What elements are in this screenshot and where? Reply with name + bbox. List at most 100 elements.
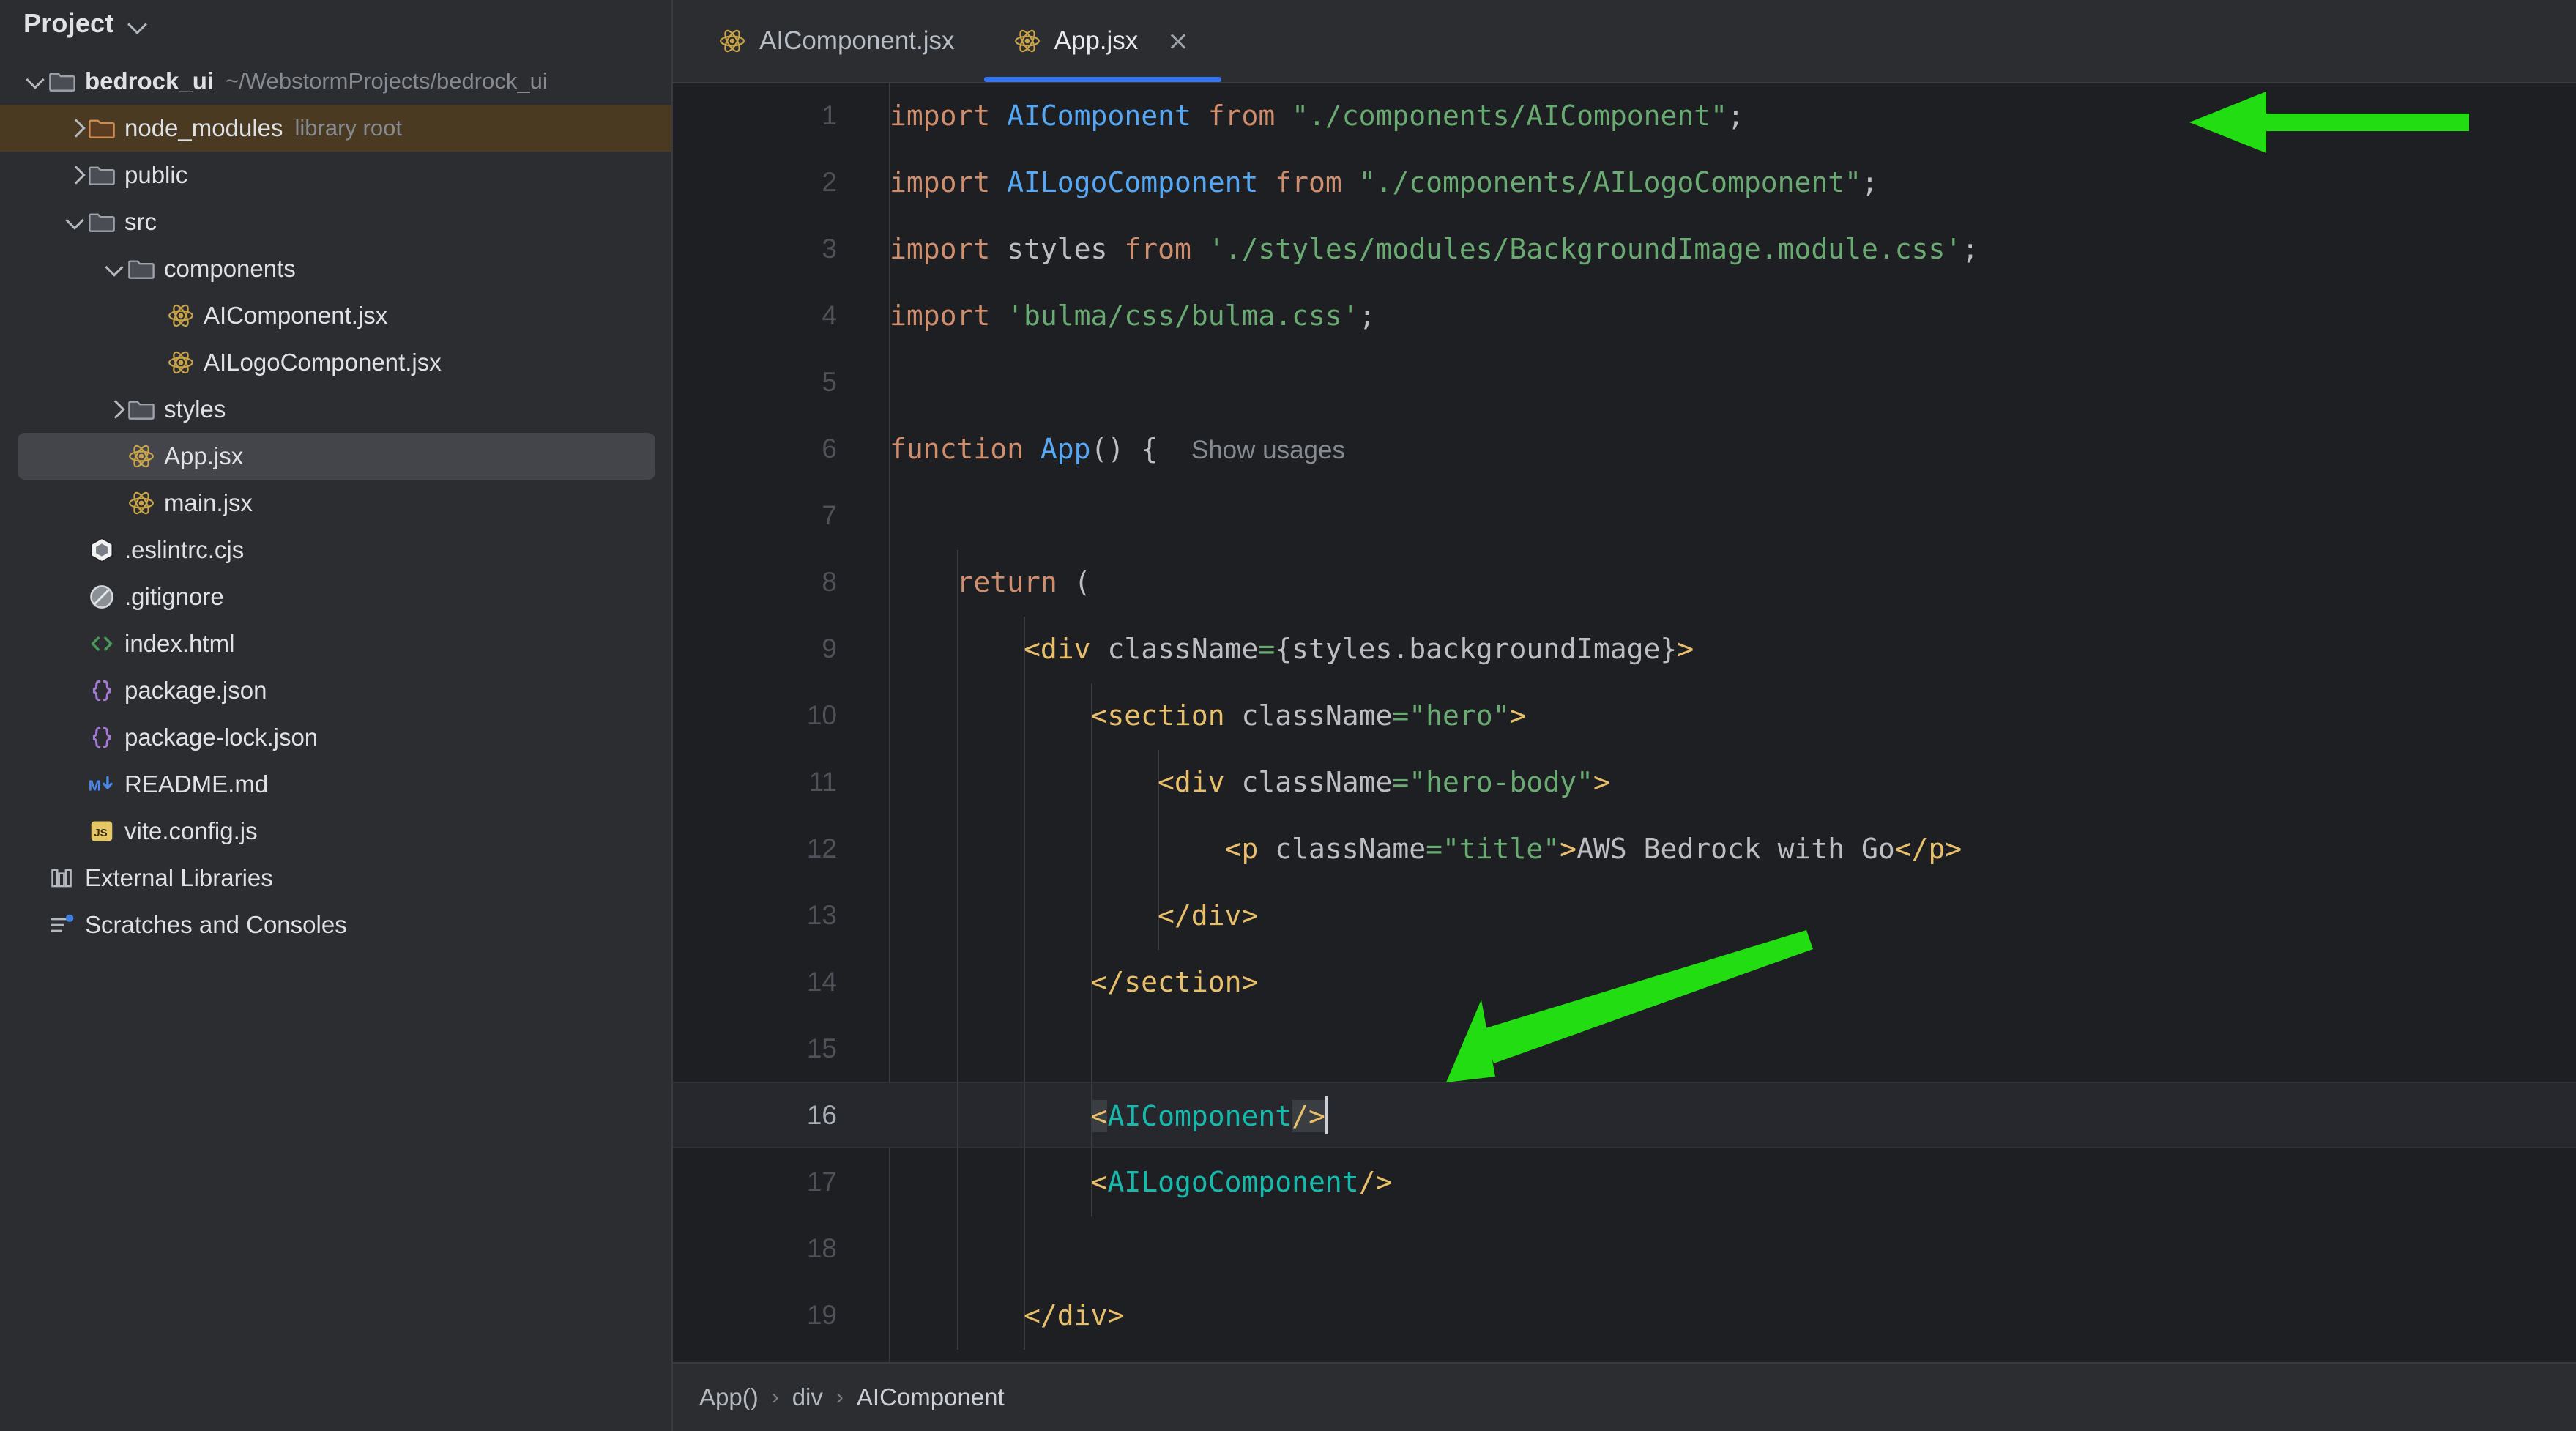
line-content: import AIComponent from "./components/AI… bbox=[890, 99, 1744, 132]
tree-item-label: Scratches and Consoles bbox=[85, 911, 347, 938]
tree-item-ailogocomponent-jsx[interactable]: AILogoComponent.jsx bbox=[0, 339, 673, 386]
chevron-right-icon[interactable] bbox=[63, 116, 88, 141]
code-line-6[interactable]: 6 function App() { Show usages bbox=[673, 415, 2576, 482]
twisty-placeholder bbox=[103, 491, 127, 516]
tree-item-main-jsx[interactable]: main.jsx bbox=[0, 480, 673, 527]
code-editor[interactable]: 1 import AIComponent from "./components/A… bbox=[673, 82, 2576, 1362]
indent-guide bbox=[956, 550, 958, 1350]
chevron-down-icon[interactable] bbox=[128, 15, 147, 34]
code-line-19[interactable]: 19 </div> bbox=[673, 1282, 2576, 1348]
breadcrumb-item[interactable]: div bbox=[792, 1383, 823, 1411]
tree-item-label: vite.config.js bbox=[124, 817, 258, 844]
chevron-right-icon[interactable] bbox=[63, 163, 88, 187]
code-line-12[interactable]: 12 <p className="title">AWS Bedrock with… bbox=[673, 815, 2576, 882]
chevron-down-icon[interactable] bbox=[63, 209, 88, 234]
tree-item-readme-md[interactable]: M README.md bbox=[0, 761, 673, 808]
editor-tab-app-jsx[interactable]: App.jsx bbox=[983, 0, 1222, 82]
react-icon bbox=[718, 27, 746, 55]
code-line-8[interactable]: 8 return ( bbox=[673, 549, 2576, 615]
tree-item-package-lock-json[interactable]: package-lock.json bbox=[0, 714, 673, 761]
code-line-1[interactable]: 1 import AIComponent from "./components/A… bbox=[673, 82, 2576, 149]
tree-item-src[interactable]: src bbox=[0, 198, 673, 245]
folder-orange-icon bbox=[88, 114, 116, 142]
tree-item-node-modules[interactable]: node_modules library root bbox=[0, 105, 673, 152]
tree-item-gitignore[interactable]: .gitignore bbox=[0, 573, 673, 620]
twisty-placeholder bbox=[23, 866, 48, 891]
twisty-placeholder bbox=[63, 584, 88, 609]
twisty-placeholder bbox=[142, 303, 167, 328]
tree-item-public[interactable]: public bbox=[0, 152, 673, 198]
code-line-15[interactable]: 15 bbox=[673, 1015, 2576, 1082]
folder-icon bbox=[127, 395, 155, 423]
folder-icon bbox=[88, 208, 116, 236]
tree-item-index-html[interactable]: index.html bbox=[0, 620, 673, 667]
breadcrumb: App() › div › AIComponent bbox=[673, 1362, 2576, 1431]
line-content: <p className="title">AWS Bedrock with Go… bbox=[1224, 832, 1962, 865]
tree-item-label: App.jsx bbox=[164, 442, 244, 469]
breadcrumb-separator-icon: › bbox=[771, 1385, 779, 1409]
twisty-placeholder bbox=[142, 350, 167, 375]
twisty-placeholder bbox=[63, 538, 88, 562]
code-line-7[interactable]: 7 bbox=[673, 482, 2576, 549]
chevron-down-icon[interactable] bbox=[103, 256, 127, 281]
tree-item-label: bedrock_ui bbox=[85, 67, 215, 94]
tree-item-styles[interactable]: styles bbox=[0, 386, 673, 433]
tree-item-external-libraries[interactable]: External Libraries bbox=[0, 855, 673, 902]
react-icon bbox=[1013, 27, 1041, 55]
line-content: </div> bbox=[1024, 1298, 1125, 1331]
line-number: 9 bbox=[822, 633, 837, 664]
line-number: 13 bbox=[806, 899, 837, 930]
line-content: import 'bulma/css/bulma.css'; bbox=[890, 299, 1376, 332]
tree-item-label: AILogoComponent.jsx bbox=[204, 349, 442, 376]
tree-item-package-json[interactable]: package.json bbox=[0, 667, 673, 714]
breadcrumb-item[interactable]: App() bbox=[699, 1383, 759, 1411]
breadcrumb-separator-icon: › bbox=[835, 1385, 844, 1409]
svg-text:JS: JS bbox=[94, 827, 108, 839]
tree-item-eslintrc-cjs[interactable]: .eslintrc.cjs bbox=[0, 527, 673, 573]
tree-item-scratches-and-consoles[interactable]: Scratches and Consoles bbox=[0, 902, 673, 948]
line-number: 1 bbox=[822, 100, 837, 130]
line-number: 7 bbox=[822, 499, 837, 530]
tree-item-aicomponent-jsx[interactable]: AIComponent.jsx bbox=[0, 292, 673, 339]
code-line-11[interactable]: 11 <div className="hero-body"> bbox=[673, 748, 2576, 815]
tree-item-components[interactable]: components bbox=[0, 245, 673, 292]
code-line-16[interactable]: 16 <AIComponent/> bbox=[673, 1082, 2576, 1148]
tree-item-label: AIComponent.jsx bbox=[204, 302, 388, 329]
code-line-17[interactable]: 17 <AILogoComponent/> bbox=[673, 1148, 2576, 1215]
editor-tab-bar: AIComponent.jsx App.jsx bbox=[673, 0, 2576, 82]
code-line-4[interactable]: 4 import 'bulma/css/bulma.css'; bbox=[673, 282, 2576, 349]
code-line-18[interactable]: 18 bbox=[673, 1215, 2576, 1282]
editor-tab-aicomponent-jsx[interactable]: AIComponent.jsx bbox=[689, 0, 984, 82]
project-sidebar: Project bedrock_ui ~/WebstormProjects/bed… bbox=[0, 0, 673, 1431]
twisty-placeholder bbox=[63, 819, 88, 844]
code-line-2[interactable]: 2 import AILogoComponent from "./componen… bbox=[673, 149, 2576, 215]
react-icon bbox=[167, 349, 195, 376]
tree-item-label: README.md bbox=[124, 770, 269, 798]
tree-item-sublabel: library root bbox=[294, 115, 402, 141]
code-line-5[interactable]: 5 bbox=[673, 349, 2576, 415]
code-line-10[interactable]: 10 <section className="hero"> bbox=[673, 682, 2576, 748]
tree-item-label: main.jsx bbox=[164, 489, 253, 516]
chevron-right-icon[interactable] bbox=[103, 397, 127, 422]
react-icon bbox=[127, 489, 155, 517]
line-content: <div className={styles.backgroundImage}> bbox=[1024, 632, 1694, 665]
tree-item-app-jsx[interactable]: App.jsx bbox=[18, 433, 655, 480]
line-content: </section> bbox=[1090, 965, 1259, 998]
code-line-14[interactable]: 14 </section> bbox=[673, 948, 2576, 1015]
code-line-13[interactable]: 13 </div> bbox=[673, 882, 2576, 948]
project-tool-window-header[interactable]: Project bbox=[0, 0, 673, 46]
line-number: 4 bbox=[822, 300, 837, 330]
line-content: <div className="hero-body"> bbox=[1158, 765, 1610, 798]
line-content: return ( bbox=[956, 565, 1091, 598]
folder-icon bbox=[127, 255, 155, 283]
breadcrumb-item[interactable]: AIComponent bbox=[857, 1383, 1005, 1411]
code-line-3[interactable]: 3 import styles from './styles/modules/Ba… bbox=[673, 215, 2576, 282]
tree-item-label: src bbox=[124, 208, 157, 235]
tree-item-vite-config-js[interactable]: JS vite.config.js bbox=[0, 808, 673, 855]
eslint-icon bbox=[88, 536, 116, 564]
close-icon[interactable] bbox=[1164, 27, 1192, 55]
tree-item-bedrock-ui[interactable]: bedrock_ui ~/WebstormProjects/bedrock_ui bbox=[0, 58, 673, 105]
line-number: 11 bbox=[808, 766, 837, 797]
code-line-9[interactable]: 9 <div className={styles.backgroundImage… bbox=[673, 615, 2576, 682]
chevron-down-icon[interactable] bbox=[23, 69, 48, 94]
